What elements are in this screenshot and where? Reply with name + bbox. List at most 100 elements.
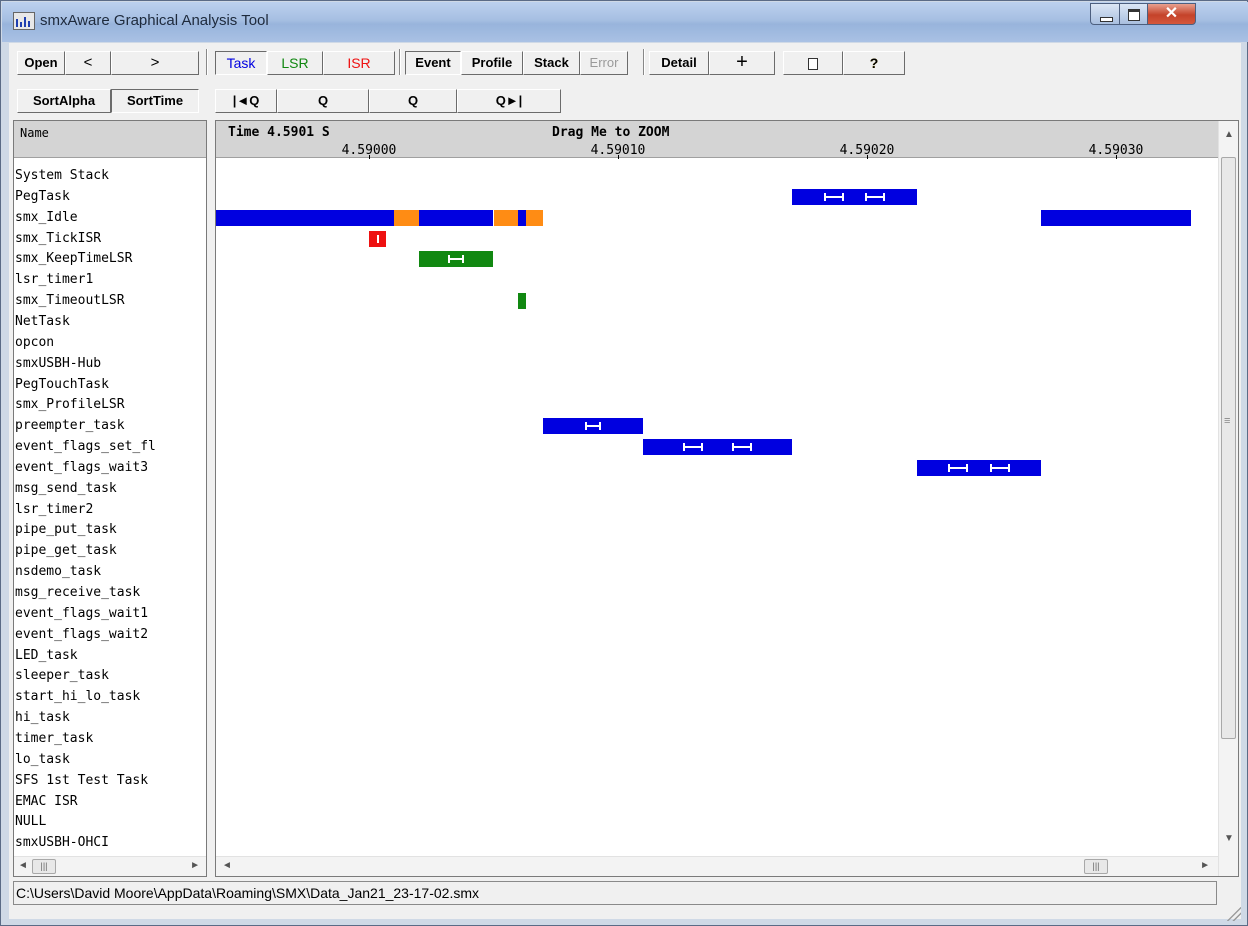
task-name-item[interactable]: opcon <box>15 333 54 353</box>
task-name-item[interactable]: lo_task <box>15 750 70 770</box>
task-name-item[interactable]: preempter_task <box>15 416 125 436</box>
detail-button[interactable]: Detail <box>649 51 709 75</box>
timeline-bar-preempt[interactable] <box>525 209 544 226</box>
task-name-item[interactable]: event_flags_wait2 <box>15 625 148 645</box>
names-header[interactable]: Name <box>14 121 206 158</box>
scroll-right-icon[interactable]: ► <box>190 860 200 871</box>
timeline-bar-task[interactable] <box>418 209 494 226</box>
crosshair-button[interactable]: + <box>709 51 775 75</box>
zoom-out-button[interactable]: Q <box>277 89 369 113</box>
timeline-bar-task[interactable] <box>1041 209 1191 226</box>
zoom-first-button[interactable]: |◄Q <box>215 89 277 113</box>
document-button[interactable] <box>783 51 843 75</box>
task-name-item[interactable]: lsr_timer1 <box>15 270 93 290</box>
task-name-item[interactable]: smxUSBH-Hub <box>15 354 101 374</box>
timeline-hscrollbar[interactable]: ◄ ||| ► <box>216 856 1218 876</box>
task-name-item[interactable]: pipe_get_task <box>15 541 117 561</box>
event-marker <box>448 255 465 264</box>
zoom-out-icon: Q <box>317 93 329 108</box>
time-ruler[interactable]: Time 4.5901 S Drag Me to ZOOM 4.59000 4.… <box>216 121 1218 159</box>
timeline-bar-isr[interactable] <box>369 230 387 247</box>
task-name-item[interactable]: NULL <box>15 812 46 832</box>
event-marker <box>823 192 844 201</box>
close-button[interactable]: ✕ <box>1147 3 1196 25</box>
sort-alpha-button[interactable]: SortAlpha <box>17 89 111 113</box>
task-toggle[interactable]: Task <box>215 51 267 75</box>
task-name-item[interactable]: smx_TickISR <box>15 229 101 249</box>
task-name-item[interactable]: event_flags_set_fl <box>15 437 156 457</box>
timeline-bar-task[interactable] <box>543 418 643 435</box>
task-name-item[interactable]: timer_task <box>15 729 93 749</box>
next-button[interactable]: > <box>111 51 199 75</box>
scroll-left-icon[interactable]: ◄ <box>18 860 28 871</box>
task-name-item[interactable]: PegTask <box>15 187 70 207</box>
task-name-item[interactable]: smx_KeepTimeLSR <box>15 249 132 269</box>
task-name-item[interactable]: msg_receive_task <box>15 583 140 603</box>
task-name-item[interactable]: smxUSBH-OHCI <box>15 833 109 853</box>
minimize-button[interactable] <box>1090 3 1120 25</box>
task-name-item[interactable]: PegTouchTask <box>15 375 109 395</box>
time-label: Time 4.5901 S <box>228 125 330 140</box>
timeline-vscrollbar[interactable]: ▲ ≡ ▼ <box>1218 121 1238 876</box>
sort-time-button[interactable]: SortTime <box>111 89 199 113</box>
timeline-chart[interactable]: Time 4.5901 S Drag Me to ZOOM 4.59000 4.… <box>215 120 1239 877</box>
file-path: C:\Users\David Moore\AppData\Roaming\SMX… <box>16 885 479 901</box>
task-name-item[interactable]: smx_TimeoutLSR <box>15 291 125 311</box>
help-button[interactable]: ? <box>843 51 905 75</box>
task-name-item[interactable]: SFS 1st Test Task <box>15 771 148 791</box>
task-name-item[interactable]: event_flags_wait3 <box>15 458 148 478</box>
timeline-bar-task[interactable] <box>792 188 917 205</box>
scroll-down-icon[interactable]: ▼ <box>1224 833 1234 844</box>
task-name-item[interactable]: hi_task <box>15 708 70 728</box>
prev-button[interactable]: < <box>65 51 111 75</box>
task-name-item[interactable]: sleeper_task <box>15 666 109 686</box>
title-bar[interactable]: smxAware Graphical Analysis Tool ✕ <box>2 2 1248 42</box>
task-name-item[interactable]: nsdemo_task <box>15 562 101 582</box>
profile-button[interactable]: Profile <box>461 51 523 75</box>
isr-toggle[interactable]: ISR <box>323 51 395 75</box>
scroll-up-icon[interactable]: ▲ <box>1224 129 1234 140</box>
zoom-toolbar: SortAlpha SortTime |◄Q Q Q Q►| <box>9 83 1241 115</box>
zoom-in-button[interactable]: Q <box>369 89 457 113</box>
error-button[interactable]: Error <box>580 51 628 75</box>
task-name-panel: Name System Stack PegTask smx_Idle smx_Tick… <box>13 120 207 877</box>
names-hscrollbar[interactable]: ◄ ||| ► <box>14 856 206 876</box>
scroll-right-icon[interactable]: ► <box>1200 860 1210 871</box>
open-button[interactable]: Open <box>17 51 65 75</box>
resize-grip-icon[interactable] <box>1227 907 1241 921</box>
task-name-item[interactable]: event_flags_wait1 <box>15 604 148 624</box>
maximize-button[interactable] <box>1119 3 1148 25</box>
task-name-item[interactable]: pipe_put_task <box>15 520 117 540</box>
task-name-item[interactable]: msg_send_task <box>15 479 117 499</box>
zoom-hint: Drag Me to ZOOM <box>552 125 670 140</box>
tick-mark <box>1116 155 1117 159</box>
timeline-bar-task[interactable] <box>518 209 526 226</box>
event-marker <box>682 443 703 452</box>
task-name-item[interactable]: NetTask <box>15 312 70 332</box>
timeline-hscroll-thumb[interactable]: ||| <box>1084 859 1108 874</box>
window-title: smxAware Graphical Analysis Tool <box>40 12 269 29</box>
names-hscroll-thumb[interactable]: ||| <box>32 859 56 874</box>
task-name-item[interactable]: System Stack <box>15 166 109 186</box>
timeline-bar-preempt[interactable] <box>393 209 419 226</box>
stack-button[interactable]: Stack <box>523 51 580 75</box>
close-icon: ✕ <box>1164 5 1179 22</box>
vscroll-thumb[interactable] <box>1221 157 1236 739</box>
lsr-toggle[interactable]: LSR <box>267 51 323 75</box>
timeline-bar-task[interactable] <box>216 209 394 226</box>
task-name-item[interactable]: smx_ProfileLSR <box>15 395 125 415</box>
event-button[interactable]: Event <box>405 51 461 75</box>
task-name-item[interactable]: start_hi_lo_task <box>15 687 140 707</box>
task-name-item[interactable]: lsr_timer2 <box>15 500 93 520</box>
scroll-left-icon[interactable]: ◄ <box>222 860 232 871</box>
timeline-bar-task[interactable] <box>642 439 793 456</box>
timeline-bar-preempt[interactable] <box>493 209 519 226</box>
timeline-bar-lsr[interactable] <box>418 251 494 268</box>
timeline-bar-task[interactable] <box>916 459 1042 476</box>
timeline-bar-lsr[interactable] <box>518 293 526 310</box>
task-name-item[interactable]: smx_Idle <box>15 208 78 228</box>
app-icon <box>13 12 35 30</box>
zoom-last-button[interactable]: Q►| <box>457 89 561 113</box>
task-name-item[interactable]: EMAC ISR <box>15 792 78 812</box>
task-name-item[interactable]: LED_task <box>15 646 78 666</box>
